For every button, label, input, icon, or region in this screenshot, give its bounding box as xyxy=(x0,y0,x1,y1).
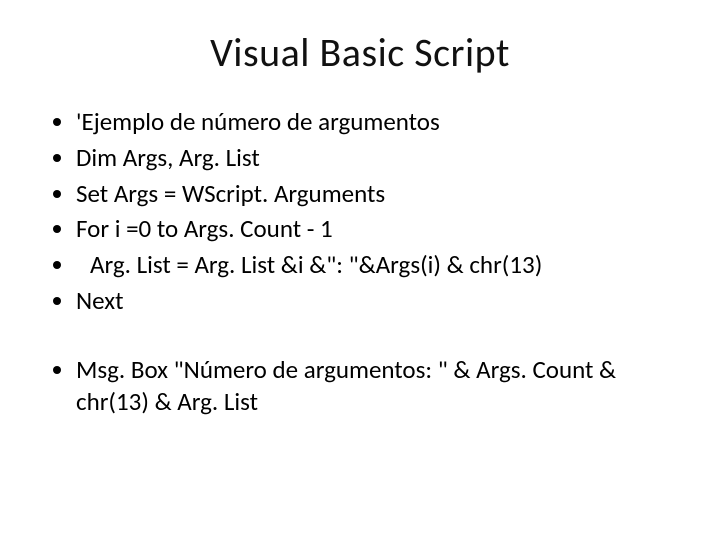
code-text: Next xyxy=(76,285,123,316)
code-text: Set Args = WScript. Arguments xyxy=(76,178,385,209)
code-text: 'Ejemplo de número de argumentos xyxy=(76,106,440,137)
code-line: 'Ejemplo de número de argumentos xyxy=(76,105,672,139)
code-text: Arg. List = Arg. List &i &": "&Args(i) &… xyxy=(76,249,542,280)
code-text: For i =0 to Args. Count - 1 xyxy=(76,213,333,244)
code-line: For i =0 to Args. Count - 1 xyxy=(76,212,672,246)
slide: Visual Basic Script 'Ejemplo de número d… xyxy=(0,0,720,540)
code-line: Next xyxy=(76,284,672,318)
code-text: Dim Args, Arg. List xyxy=(76,142,260,173)
msg-list: Msg. Box "Número de argumentos: " & Args… xyxy=(76,354,672,419)
code-line: Arg. List = Arg. List &i &": "&Args(i) &… xyxy=(76,248,672,282)
code-list: 'Ejemplo de número de argumentos Dim Arg… xyxy=(76,105,672,318)
page-title: Visual Basic Script xyxy=(48,28,672,77)
msg-text: Msg. Box "Número de argumentos: " & Args… xyxy=(76,354,616,418)
code-line: Set Args = WScript. Arguments xyxy=(76,177,672,211)
msg-line: Msg. Box "Número de argumentos: " & Args… xyxy=(76,354,672,419)
code-line: Dim Args, Arg. List xyxy=(76,141,672,175)
